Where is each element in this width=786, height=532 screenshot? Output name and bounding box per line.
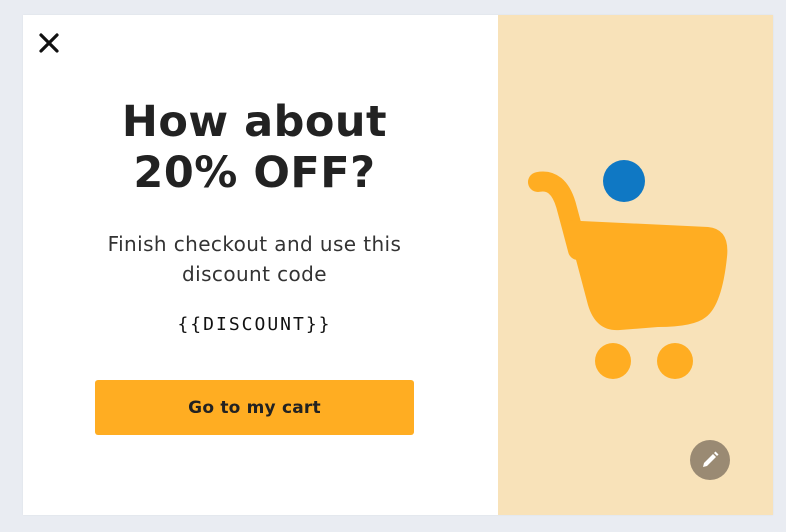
pencil-icon xyxy=(703,451,719,467)
discount-popup: How about 20% OFF? Finish checkout and u… xyxy=(23,15,773,515)
illustration-panel xyxy=(498,15,773,515)
close-button[interactable] xyxy=(37,31,61,55)
headline-line-1: How about xyxy=(121,97,388,147)
edit-button[interactable] xyxy=(690,440,730,480)
close-icon xyxy=(39,33,59,53)
discount-code: {{DISCOUNT}} xyxy=(177,314,332,335)
headline: How about 20% OFF? xyxy=(23,97,486,199)
subtext: Finish checkout and use this discount co… xyxy=(107,232,402,286)
popup-content-panel: How about 20% OFF? Finish checkout and u… xyxy=(23,15,498,515)
ball-icon xyxy=(603,160,645,202)
go-to-cart-button[interactable]: Go to my cart xyxy=(95,380,414,435)
headline-line-2: 20% OFF? xyxy=(133,148,376,198)
